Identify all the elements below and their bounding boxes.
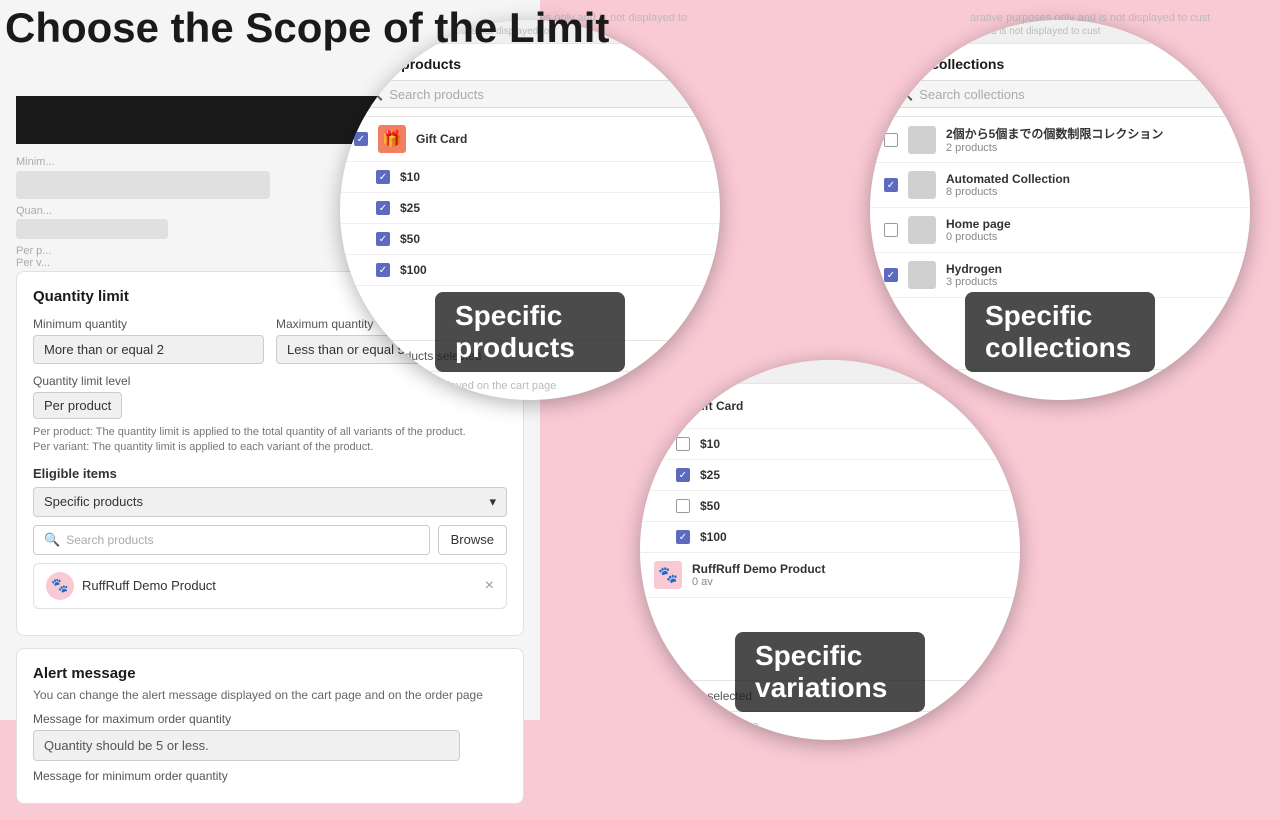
product-item: $10 [340, 162, 720, 193]
checkbox[interactable] [376, 263, 390, 277]
product-item: $100 [340, 255, 720, 286]
specific-products-label: Specific products [435, 292, 625, 372]
variant-name: $10 [400, 170, 706, 184]
checkbox[interactable] [676, 499, 690, 513]
selected-product-name: RuffRuff Demo Product [82, 578, 477, 593]
browse-button[interactable]: Browse [438, 525, 507, 555]
circle-products: arative purposes only and is not display… [340, 20, 720, 400]
specific-collections-label: Specific collections [965, 292, 1155, 372]
product-thumb: 🐾 [654, 561, 682, 589]
variation-item: $50 [640, 491, 1020, 522]
collection-thumb [908, 171, 936, 199]
variant-name: $100 [700, 530, 1006, 544]
collection-item: Automated Collection 8 products [870, 163, 1250, 208]
specific-variations-label: Specific variations [735, 632, 925, 712]
collection-item: Home page 0 products [870, 208, 1250, 253]
variation-item: $100 [640, 522, 1020, 553]
max-msg-input[interactable]: Quantity should be 5 or less. [33, 730, 460, 761]
product-avatar: 🐾 [46, 572, 74, 600]
variation-parent-name: RuffRuff Demo Product [692, 562, 1006, 576]
checkbox[interactable] [376, 201, 390, 215]
checkbox[interactable] [354, 132, 368, 146]
collection-thumb [908, 261, 936, 289]
collection-name: 2個から5個までの個数制限コレクション [946, 125, 1236, 142]
product-item: $50 [340, 224, 720, 255]
search-products-input[interactable]: 🔍 Search products [33, 525, 430, 555]
products-search[interactable]: 🔍 Search products [356, 80, 704, 108]
page-title: Choose the Scope of the Limit [5, 4, 609, 52]
alert-desc: You can change the alert message display… [33, 688, 507, 702]
circle-variations: n products 🎁 Gift Card $10 $25 $50 [640, 360, 1020, 740]
checkbox[interactable] [676, 468, 690, 482]
min-qty-input[interactable]: More than or equal 2 [33, 335, 264, 364]
collection-thumb [908, 126, 936, 154]
product-item: $25 [340, 193, 720, 224]
max-msg-label: Message for maximum order quantity [33, 712, 507, 726]
checkbox[interactable] [884, 268, 898, 282]
circle-collections: arative purposes only and is not display… [870, 20, 1250, 400]
collection-name: Hydrogen [946, 262, 1236, 276]
qty-level-badge: Per product [33, 392, 122, 419]
min-msg-label: Message for minimum order quantity [33, 769, 507, 783]
eligible-items-title: Eligible items [33, 466, 507, 481]
eligible-dropdown[interactable]: Specific products ▾ [33, 487, 507, 517]
checkbox[interactable] [376, 232, 390, 246]
variation-item: 🐾 RuffRuff Demo Product 0 av [640, 553, 1020, 598]
checkbox[interactable] [884, 178, 898, 192]
collection-sub: 2 products [946, 142, 1236, 154]
checkbox[interactable] [884, 223, 898, 237]
collection-item: 2個から5個までの個数制限コレクション 2 products [870, 117, 1250, 163]
variant-name: $50 [400, 232, 706, 246]
variation-item: $10 [640, 429, 1020, 460]
selected-product-chip: 🐾 RuffRuff Demo Product × [33, 563, 507, 609]
product-item: 🎁 Gift Card [340, 117, 720, 162]
remove-product-button[interactable]: × [485, 577, 494, 595]
variant-name: $10 [700, 437, 1006, 451]
variant-name: $50 [700, 499, 1006, 513]
collection-sub: 0 products [946, 231, 1236, 243]
variant-name: $25 [400, 201, 706, 215]
collection-sub: 3 products [946, 276, 1236, 288]
checkbox[interactable] [676, 530, 690, 544]
search-icon: 🔍 [44, 532, 60, 548]
collection-sub: 8 products [946, 186, 1236, 198]
variant-name: $100 [400, 263, 706, 277]
checkbox[interactable] [376, 170, 390, 184]
variation-sub: 0 av [692, 576, 1006, 588]
product-thumb: 🎁 [378, 125, 406, 153]
checkbox[interactable] [884, 133, 898, 147]
checkbox[interactable] [676, 437, 690, 451]
per-variant-help: Per variant: The quantity limit is appli… [33, 440, 507, 455]
alert-title: Alert message [33, 665, 507, 682]
collection-thumb [908, 216, 936, 244]
qty-level-label: Quantity limit level [33, 374, 507, 388]
per-product-help: Per product: The quantity limit is appli… [33, 425, 507, 440]
product-name: Gift Card [416, 132, 706, 146]
min-qty-label: Minimum quantity [33, 317, 264, 331]
collection-name: Automated Collection [946, 172, 1236, 186]
collection-name: Home page [946, 217, 1236, 231]
variation-item: $25 [640, 460, 1020, 491]
variant-name: $25 [700, 468, 1006, 482]
alert-section: Alert message You can change the alert m… [16, 648, 524, 804]
collections-search[interactable]: 🔍 Search collections [886, 80, 1234, 108]
